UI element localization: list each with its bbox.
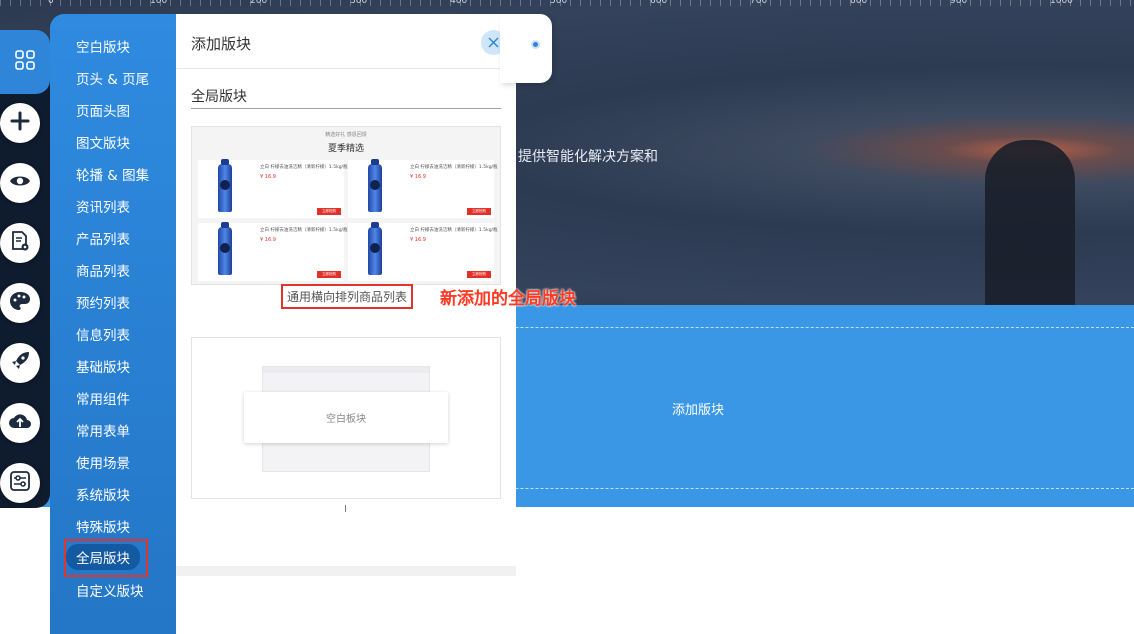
upload-button[interactable] (0, 403, 40, 443)
cloud-upload-icon (8, 410, 32, 436)
ruler (0, 0, 1134, 6)
block-picker-panel: 添加版块 全局版块 精选好礼 感恩回馈 夏季精选 立白 柠檬去油洗洁精（清新柠檬… (176, 14, 516, 634)
status-dot[interactable] (531, 40, 540, 49)
product-price: ¥ 16.9 (410, 174, 426, 180)
settings-popup[interactable] (500, 14, 552, 83)
annotation-text: 新添加的全局版块 (440, 289, 576, 309)
category-item[interactable]: 商品列表 (76, 260, 130, 280)
eye-icon (9, 170, 31, 196)
category-item[interactable]: 页面头图 (76, 100, 130, 120)
product-thumb: 立白 柠檬去油洗洁精（清新柠檬）1.5kg/瓶 ¥ 16.9 立即抢购 (198, 159, 348, 218)
buy-button: 立即抢购 (467, 271, 491, 278)
preview-button[interactable] (0, 163, 40, 203)
category-item[interactable]: 基础版块 (76, 356, 130, 376)
grid-icon (14, 49, 36, 75)
product-price: ¥ 16.9 (260, 174, 276, 180)
block-card-product-list[interactable]: 精选好礼 感恩回馈 夏季精选 立白 柠檬去油洗洁精（清新柠檬）1.5kg/瓶 ¥… (191, 126, 501, 285)
product-name: 立白 柠檬去油洗洁精（清新柠檬）1.5kg/瓶 (260, 165, 348, 170)
hero-text: 提供智能化解决方案和 (518, 149, 658, 165)
block-card-label[interactable]: 通用横向排列商品列表 (281, 284, 414, 309)
sliders-icon (9, 470, 31, 496)
panel-header: 添加版块 (176, 14, 516, 69)
category-item[interactable]: 资讯列表 (76, 196, 130, 216)
plus-icon (9, 110, 31, 136)
close-icon (488, 33, 499, 52)
product-name: 立白 柠檬去油洗洁精（清新柠檬）1.5kg/瓶 (410, 165, 498, 170)
product-name: 立白 柠檬去油洗洁精（清新柠檬）1.5kg/瓶 (410, 228, 498, 233)
page-settings-button[interactable] (0, 223, 40, 263)
product-thumb: 立白 柠檬去油洗洁精（清新柠檬）1.5kg/瓶 ¥ 16.9 立即抢购 (348, 159, 498, 218)
product-thumb: 立白 柠檬去油洗洁精（清新柠檬）1.5kg/瓶 ¥ 16.9 立即抢购 (198, 222, 348, 281)
product-image (218, 159, 232, 212)
category-item[interactable]: 图文版块 (76, 132, 130, 152)
category-item[interactable]: 空白版块 (76, 36, 130, 56)
panel-footer-bar (176, 566, 516, 576)
text-cursor: I (344, 504, 347, 515)
blank-block-label: 空白板块 (244, 392, 448, 443)
card-mini-subtitle: 精选好礼 感恩回馈 (325, 132, 367, 138)
add-button[interactable] (0, 103, 40, 143)
product-image (368, 222, 382, 275)
buy-button: 立即抢购 (467, 208, 491, 215)
category-item[interactable]: 信息列表 (76, 324, 130, 344)
blocks-button[interactable] (0, 30, 50, 94)
section-divider (191, 108, 501, 109)
category-item[interactable]: 轮播 & 图集 (76, 164, 149, 184)
theme-button[interactable] (0, 283, 40, 323)
category-item[interactable]: 常用表单 (76, 420, 130, 440)
product-image (368, 159, 382, 212)
product-name: 立白 柠檬去油洗洁精（清新柠檬）1.5kg/瓶 (260, 228, 348, 233)
category-item[interactable]: 使用场景 (76, 452, 130, 472)
section-title: 全局版块 (191, 89, 247, 105)
category-item[interactable]: 常用组件 (76, 388, 130, 408)
highlight-box (64, 539, 148, 577)
buy-button: 立即抢购 (317, 271, 341, 278)
category-item[interactable]: 页头 & 页尾 (76, 68, 149, 88)
settings-button[interactable] (0, 463, 40, 503)
product-price: ¥ 16.9 (410, 237, 426, 243)
category-item[interactable]: 预约列表 (76, 292, 130, 312)
publish-button[interactable] (0, 343, 40, 383)
category-item[interactable]: 特殊版块 (76, 516, 130, 536)
page-settings-icon (9, 230, 31, 256)
palette-icon (9, 290, 31, 316)
rocket-icon (9, 350, 31, 376)
category-item[interactable]: 产品列表 (76, 228, 130, 248)
editor-page: 0 100 200 300 400 500 600 700 800 900 10… (0, 0, 1134, 634)
panel-title: 添加版块 (191, 35, 252, 53)
buy-button: 立即抢购 (317, 208, 341, 215)
card-mini-title: 夏季精选 (327, 144, 364, 154)
product-image (218, 222, 232, 275)
block-card-blank[interactable]: 空白板块 (191, 337, 501, 499)
category-item[interactable]: 自定义版块 (76, 580, 144, 600)
product-thumb: 立白 柠檬去油洗洁精（清新柠檬）1.5kg/瓶 ¥ 16.9 立即抢购 (348, 222, 498, 281)
category-item[interactable]: 系统版块 (76, 484, 130, 504)
add-block-label[interactable]: 添加版块 (672, 399, 724, 418)
product-price: ¥ 16.9 (260, 237, 276, 243)
